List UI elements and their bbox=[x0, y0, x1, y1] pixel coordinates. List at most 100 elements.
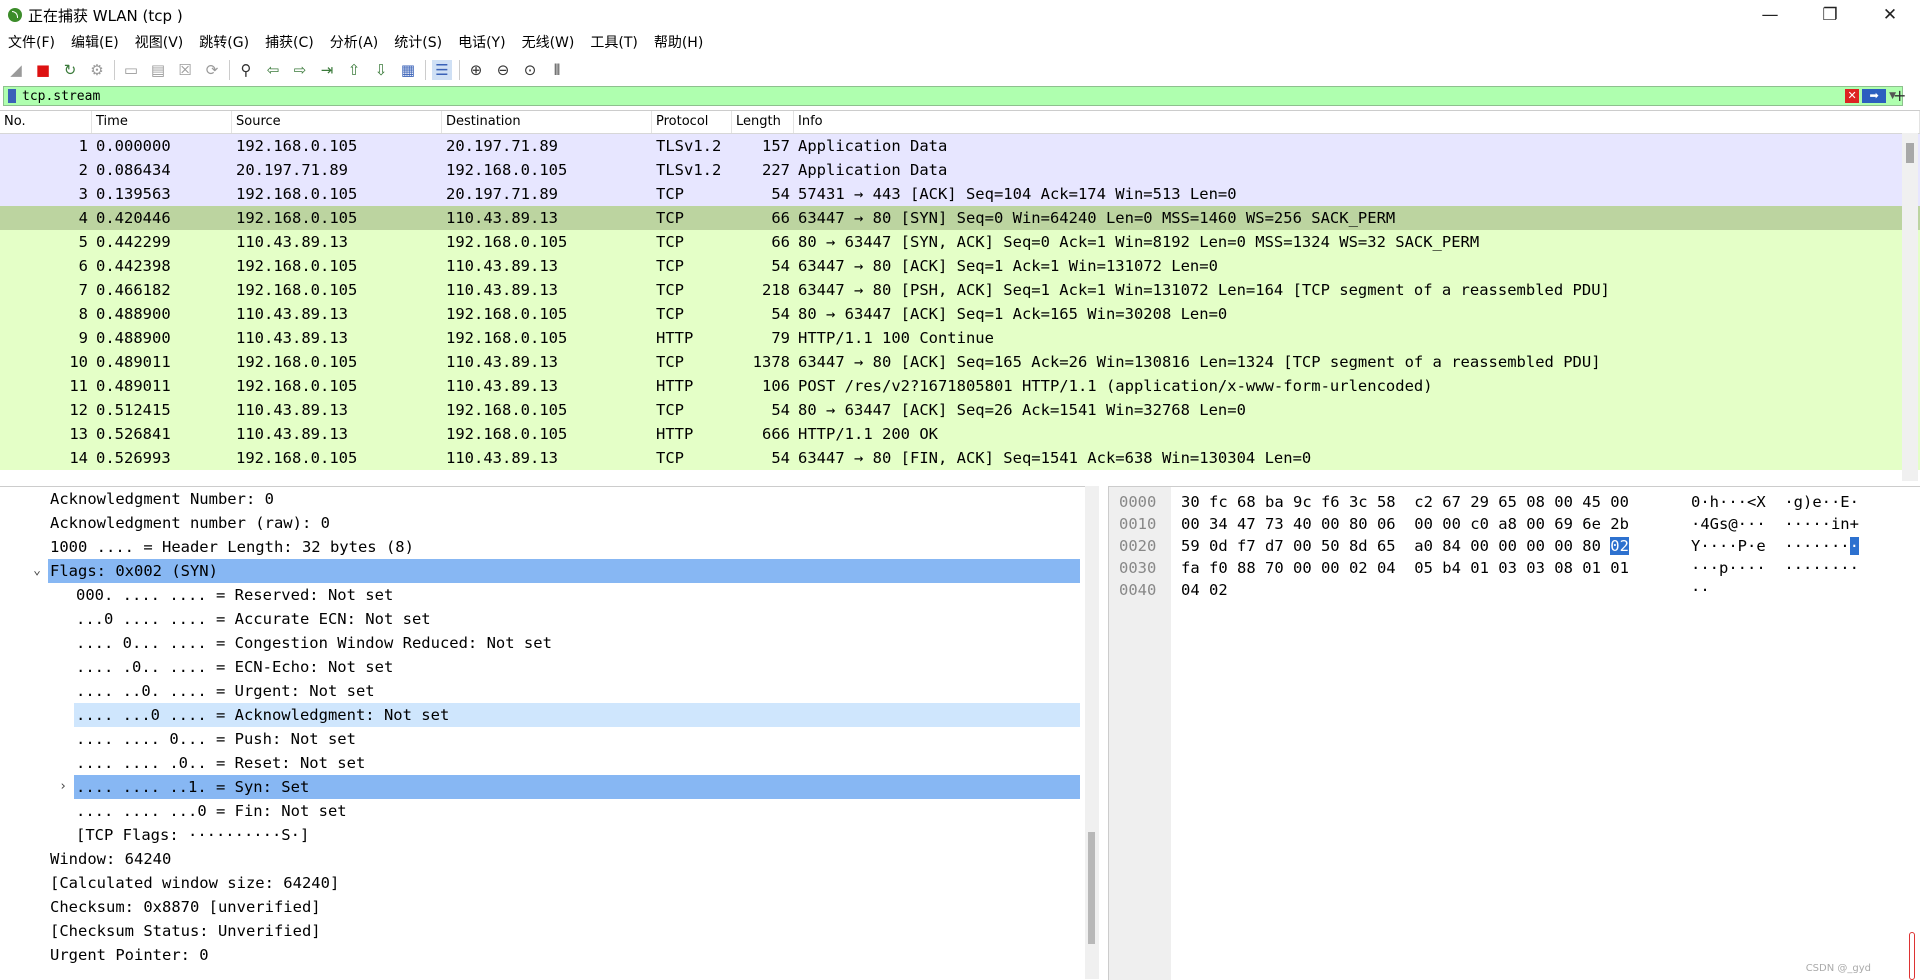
detail-line[interactable]: [Checksum Status: Unverified] bbox=[0, 919, 1080, 943]
packet-row[interactable]: 2 0.086434 20.197.71.89 192.168.0.105 TLSv1.… bbox=[0, 158, 1920, 182]
detail-line[interactable]: Checksum: 0x8870 [unverified] bbox=[0, 895, 1080, 919]
column-header-destination[interactable]: Destination bbox=[442, 111, 652, 133]
minimize-button[interactable]: — bbox=[1740, 0, 1800, 30]
go-to-packet-icon[interactable]: ⇥ bbox=[317, 60, 337, 80]
hex-bytes[interactable]: fa f0 88 70 00 00 02 04 05 b4 01 03 03 0… bbox=[1181, 557, 1629, 579]
close-button[interactable]: ✕ bbox=[1860, 0, 1920, 30]
detail-line[interactable]: Window: 64240 bbox=[0, 847, 1080, 871]
hex-bytes[interactable]: 30 fc 68 ba 9c f6 3c 58 c2 67 29 65 08 0… bbox=[1181, 491, 1629, 513]
bytes-scrollbar[interactable] bbox=[1905, 924, 1919, 980]
detail-line[interactable]: .... 0... .... = Congestion Window Reduc… bbox=[0, 631, 1080, 655]
menu-capture[interactable]: 捕获(C) bbox=[257, 30, 322, 56]
packet-cell-dst: 110.43.89.13 bbox=[446, 353, 558, 371]
packet-list-scrollbar[interactable] bbox=[1902, 133, 1918, 481]
ascii-bytes[interactable]: Y····P·e ········ bbox=[1691, 535, 1859, 557]
detail-line[interactable]: 1000 .... = Header Length: 32 bytes (8) bbox=[0, 535, 1080, 559]
go-back-icon[interactable]: ⇦ bbox=[263, 60, 283, 80]
details-scrollbar[interactable] bbox=[1085, 486, 1099, 979]
go-first-icon[interactable]: ⇧ bbox=[344, 60, 364, 80]
detail-line[interactable]: .... ...0 .... = Acknowledgment: Not set bbox=[0, 703, 1080, 727]
column-header-source[interactable]: Source bbox=[232, 111, 442, 133]
packet-row[interactable]: 8 0.488900 110.43.89.13 192.168.0.105 TCP 54 8… bbox=[0, 302, 1920, 326]
packet-row[interactable]: 10 0.489011 192.168.0.105 110.43.89.13 TCP 13… bbox=[0, 350, 1920, 374]
packet-row[interactable]: 1 0.000000 192.168.0.105 20.197.71.89 TLSv1.… bbox=[0, 134, 1920, 158]
detail-line[interactable]: ⌄ Flags: 0x002 (SYN) bbox=[0, 559, 1080, 583]
find-packet-icon[interactable]: ⚲ bbox=[236, 60, 256, 80]
ascii-bytes[interactable]: ···p···· ········ bbox=[1691, 557, 1859, 579]
packet-row[interactable]: 6 0.442398 192.168.0.105 110.43.89.13 TCP 54 6… bbox=[0, 254, 1920, 278]
colorize-icon[interactable]: ☰ bbox=[432, 60, 452, 80]
packet-row[interactable]: 3 0.139563 192.168.0.105 20.197.71.89 TCP 54 5… bbox=[0, 182, 1920, 206]
column-header-info[interactable]: Info bbox=[794, 111, 1920, 133]
auto-scroll-icon[interactable]: ▦ bbox=[398, 60, 418, 80]
zoom-normal-icon[interactable]: ⊙ bbox=[520, 60, 540, 80]
reload-file-icon[interactable]: ⟳ bbox=[202, 60, 222, 80]
menu-view[interactable]: 视图(V) bbox=[127, 30, 192, 56]
packet-row[interactable]: 14 0.526993 192.168.0.105 110.43.89.13 TCP 54… bbox=[0, 446, 1920, 470]
selected-hex-byte[interactable]: 02 bbox=[1610, 537, 1629, 555]
clear-filter-icon[interactable]: ✕ bbox=[1845, 89, 1860, 103]
display-filter-input[interactable] bbox=[22, 87, 1846, 105]
column-header-time[interactable]: Time bbox=[92, 111, 232, 133]
packet-row[interactable]: 11 0.489011 192.168.0.105 110.43.89.13 HTTP 1… bbox=[0, 374, 1920, 398]
menu-file[interactable]: 文件(F) bbox=[0, 30, 63, 56]
ascii-bytes[interactable]: ·4Gs@··· ·····in+ bbox=[1691, 513, 1859, 535]
go-last-icon[interactable]: ⇩ bbox=[371, 60, 391, 80]
column-header-protocol[interactable]: Protocol bbox=[652, 111, 732, 133]
packet-row[interactable]: 4 0.420446 192.168.0.105 110.43.89.13 TCP 66 6… bbox=[0, 206, 1920, 230]
collapse-arrow-icon[interactable]: ⌄ bbox=[30, 559, 44, 583]
menu-analyze[interactable]: 分析(A) bbox=[322, 30, 387, 56]
scrollbar-thumb[interactable] bbox=[1088, 832, 1095, 944]
packet-row[interactable]: 7 0.466182 192.168.0.105 110.43.89.13 TCP 218… bbox=[0, 278, 1920, 302]
apply-filter-icon[interactable]: ➡ bbox=[1862, 89, 1887, 103]
hex-bytes[interactable]: 04 02 bbox=[1181, 579, 1228, 601]
detail-line[interactable]: ...0 .... .... = Accurate ECN: Not set bbox=[0, 607, 1080, 631]
hex-bytes[interactable]: 00 34 47 73 40 00 80 06 00 00 c0 a8 00 6… bbox=[1181, 513, 1629, 535]
bookmark-icon[interactable] bbox=[8, 89, 16, 103]
menu-help[interactable]: 帮助(H) bbox=[646, 30, 711, 56]
zoom-in-icon[interactable]: ⊕ bbox=[466, 60, 486, 80]
capture-options-icon[interactable]: ⚙ bbox=[87, 60, 107, 80]
menu-wireless[interactable]: 无线(W) bbox=[514, 30, 583, 56]
menu-edit[interactable]: 编辑(E) bbox=[63, 30, 127, 56]
column-header-length[interactable]: Length bbox=[732, 111, 794, 133]
detail-line[interactable]: .... .... .0.. = Reset: Not set bbox=[0, 751, 1080, 775]
scrollbar-thumb[interactable] bbox=[1906, 143, 1914, 163]
close-file-icon[interactable]: ☒ bbox=[175, 60, 195, 80]
shark-fin-start-icon[interactable]: ◢ bbox=[6, 60, 26, 80]
detail-line[interactable]: .... .... 0... = Push: Not set bbox=[0, 727, 1080, 751]
menu-statistics[interactable]: 统计(S) bbox=[386, 30, 450, 56]
stop-capture-icon[interactable]: ■ bbox=[33, 60, 53, 80]
menu-go[interactable]: 跳转(G) bbox=[191, 30, 257, 56]
detail-line[interactable]: .... .0.. .... = ECN-Echo: Not set bbox=[0, 655, 1080, 679]
detail-line[interactable]: ›.... .... ..1. = Syn: Set bbox=[0, 775, 1080, 799]
restart-capture-icon[interactable]: ↻ bbox=[60, 60, 80, 80]
column-header-no[interactable]: No. bbox=[0, 111, 92, 133]
detail-line[interactable]: [TCP Flags: ··········S·] bbox=[0, 823, 1080, 847]
open-file-icon[interactable]: ▭ bbox=[121, 60, 141, 80]
save-file-icon[interactable]: ▤ bbox=[148, 60, 168, 80]
packet-row[interactable]: 12 0.512415 110.43.89.13 192.168.0.105 TCP 54… bbox=[0, 398, 1920, 422]
packet-row[interactable]: 9 0.488900 110.43.89.13 192.168.0.105 HTTP 79… bbox=[0, 326, 1920, 350]
menu-tools[interactable]: 工具(T) bbox=[582, 30, 645, 56]
add-filter-button-icon[interactable]: + bbox=[1893, 86, 1906, 105]
ascii-bytes[interactable]: ·· bbox=[1691, 579, 1710, 601]
detail-line[interactable]: [Calculated window size: 64240] bbox=[0, 871, 1080, 895]
menu-telephony[interactable]: 电话(Y) bbox=[450, 30, 513, 56]
zoom-out-icon[interactable]: ⊖ bbox=[493, 60, 513, 80]
maximize-button[interactable]: ❐ bbox=[1800, 0, 1860, 30]
packet-row[interactable]: 5 0.442299 110.43.89.13 192.168.0.105 TCP 66 8… bbox=[0, 230, 1920, 254]
detail-line[interactable]: 000. .... .... = Reserved: Not set bbox=[0, 583, 1080, 607]
packet-row[interactable]: 13 0.526841 110.43.89.13 192.168.0.105 HTTP 6… bbox=[0, 422, 1920, 446]
detail-line[interactable]: .... .... ...0 = Fin: Not set bbox=[0, 799, 1080, 823]
detail-line[interactable]: Urgent Pointer: 0 bbox=[0, 943, 1080, 967]
expand-arrow-icon[interactable]: › bbox=[56, 775, 70, 799]
detail-line[interactable]: .... ..0. .... = Urgent: Not set bbox=[0, 679, 1080, 703]
hex-bytes[interactable]: 59 0d f7 d7 00 50 8d 65 a0 84 00 00 00 0… bbox=[1181, 535, 1629, 557]
ascii-bytes[interactable]: 0·h···<X ·g)e··E· bbox=[1691, 491, 1859, 513]
detail-line[interactable]: Acknowledgment Number: 0 bbox=[0, 487, 1080, 511]
resize-columns-icon[interactable]: ⫴ bbox=[547, 60, 567, 80]
detail-line[interactable]: Acknowledgment number (raw): 0 bbox=[0, 511, 1080, 535]
selected-ascii-byte[interactable]: · bbox=[1849, 537, 1859, 555]
go-forward-icon[interactable]: ⇨ bbox=[290, 60, 310, 80]
